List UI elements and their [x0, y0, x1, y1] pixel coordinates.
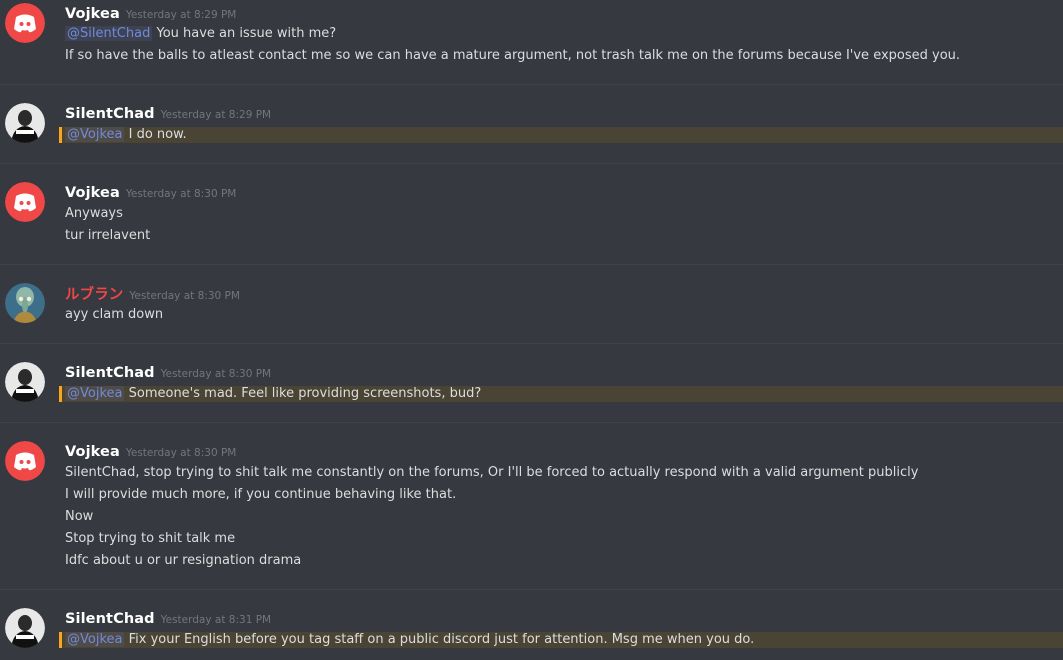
message-text: Anyways — [65, 206, 123, 221]
message-line: @Vojkea Someone's mad. Feel like providi… — [65, 386, 481, 402]
user-photo-avatar[interactable] — [5, 103, 45, 143]
user-mention[interactable]: @SilentChad — [65, 26, 153, 41]
message-line: Idfc about u or ur resignation drama — [65, 553, 301, 569]
message-line: @Vojkea I do now. — [65, 127, 187, 143]
timestamp: Yesterday at 8:30 PM — [160, 368, 272, 380]
timestamp: Yesterday at 8:29 PM — [125, 9, 237, 21]
username[interactable]: Vojkea — [65, 6, 120, 22]
message-divider — [0, 589, 1063, 590]
message-text: ayy clam down — [65, 307, 164, 322]
user-mention[interactable]: @Vojkea — [65, 127, 125, 142]
message-text: I do now. — [124, 127, 187, 142]
user-mention[interactable]: @Vojkea — [65, 632, 125, 647]
message-line: Anyways — [65, 206, 123, 222]
message-line: ayy clam down — [65, 307, 163, 323]
user-mention[interactable]: @Vojkea — [65, 386, 125, 401]
message-line: I will provide much more, if you continu… — [65, 487, 456, 503]
message-divider — [0, 264, 1063, 265]
timestamp: Yesterday at 8:30 PM — [125, 188, 237, 200]
message-line: @SilentChad You have an issue with me? — [65, 26, 336, 42]
username[interactable]: SilentChad — [65, 106, 155, 122]
user-photo-avatar[interactable] — [5, 362, 45, 402]
message-text: Now — [65, 509, 94, 524]
discord-logo-icon[interactable] — [5, 182, 45, 222]
message-text: Fix your English before you tag staff on… — [124, 632, 755, 647]
message-header: SilentChad Yesterday at 8:31 PM — [65, 608, 271, 628]
timestamp: Yesterday at 8:29 PM — [160, 109, 272, 121]
username[interactable]: SilentChad — [65, 611, 155, 627]
message-header: ルブラン Yesterday at 8:30 PM — [65, 283, 240, 303]
message-text: I will provide much more, if you continu… — [65, 487, 457, 502]
message-text: If so have the balls to atleast contact … — [65, 48, 961, 63]
message-header: Vojkea Yesterday at 8:30 PM — [65, 441, 236, 461]
mention-highlight: @Vojkea Fix your English before you tag … — [59, 632, 1063, 648]
message-header: SilentChad Yesterday at 8:29 PM — [65, 103, 271, 123]
mention-highlight: @Vojkea Someone's mad. Feel like providi… — [59, 386, 1063, 402]
username[interactable]: Vojkea — [65, 444, 120, 460]
message-header: Vojkea Yesterday at 8:29 PM — [65, 3, 236, 23]
message-header: SilentChad Yesterday at 8:30 PM — [65, 362, 271, 382]
timestamp: Yesterday at 8:31 PM — [160, 614, 272, 626]
username[interactable]: SilentChad — [65, 365, 155, 381]
message-line: tur irrelavent — [65, 228, 150, 244]
message-line: @Vojkea Fix your English before you tag … — [65, 632, 754, 648]
message-text: SilentChad, stop trying to shit talk me … — [65, 465, 919, 480]
user-photo-avatar[interactable] — [5, 608, 45, 648]
message-text: You have an issue with me? — [152, 26, 337, 41]
timestamp: Yesterday at 8:30 PM — [129, 290, 240, 302]
mention-highlight: @Vojkea I do now. — [59, 127, 1063, 143]
message-divider — [0, 343, 1063, 344]
discord-logo-icon[interactable] — [5, 441, 45, 481]
message-line: SilentChad, stop trying to shit talk me … — [65, 465, 918, 481]
timestamp: Yesterday at 8:30 PM — [125, 447, 237, 459]
discord-logo-icon[interactable] — [5, 3, 45, 43]
message-text: Someone's mad. Feel like providing scree… — [124, 386, 482, 401]
message-header: Vojkea Yesterday at 8:30 PM — [65, 182, 236, 202]
message-divider — [0, 84, 1063, 85]
username[interactable]: Vojkea — [65, 185, 120, 201]
message-line: Stop trying to shit talk me — [65, 531, 235, 547]
message-line: If so have the balls to atleast contact … — [65, 48, 960, 64]
message-text: Idfc about u or ur resignation drama — [65, 553, 302, 568]
message-divider — [0, 163, 1063, 164]
squidward-avatar[interactable] — [5, 283, 45, 323]
message-text: tur irrelavent — [65, 228, 151, 243]
message-text: Stop trying to shit talk me — [65, 531, 236, 546]
chat-messages: Vojkea Yesterday at 8:29 PM @SilentChad Y… — [0, 0, 1063, 660]
username[interactable]: ルブラン — [65, 287, 123, 303]
message-divider — [0, 422, 1063, 423]
message-line: Now — [65, 509, 93, 525]
